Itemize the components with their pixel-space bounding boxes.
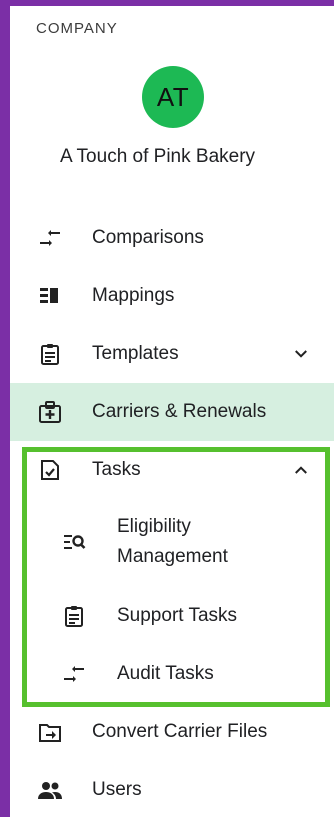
sidebar-item-comparisons[interactable]: Comparisons <box>10 209 334 267</box>
sidebar-subitem-eligibility-management[interactable]: Eligibility Management <box>10 513 334 571</box>
section-label: COMPANY <box>36 20 118 37</box>
sidebar-item-tasks[interactable]: Tasks <box>10 441 334 499</box>
sidebar-subitem-label: Audit Tasks <box>117 663 214 684</box>
sidebar-item-label: Tasks <box>92 459 141 480</box>
mappings-icon <box>38 284 62 308</box>
avatar-initials: AT <box>156 81 190 112</box>
company-name: A Touch of Pink Bakery <box>60 146 256 167</box>
sidebar-item-mappings[interactable]: Mappings <box>10 267 334 325</box>
users-icon <box>38 778 62 802</box>
sidebar-item-label: Convert Carrier Files <box>92 721 268 742</box>
list-search-icon <box>62 530 86 554</box>
medical-id-icon <box>38 400 62 424</box>
sidebar-subitem-label: Eligibility Management <box>117 516 228 567</box>
compare-arrows-icon <box>38 226 62 250</box>
sidebar-item-label: Mappings <box>92 285 175 306</box>
chevron-down-icon[interactable] <box>292 345 310 363</box>
sidebar-subitem-label: Support Tasks <box>117 605 238 626</box>
compare-arrows-icon <box>62 662 86 686</box>
sidebar-item-label: Carriers & Renewals <box>92 401 267 422</box>
sidebar-item-templates[interactable]: Templates <box>10 325 334 383</box>
clipboard-icon <box>62 604 86 628</box>
sidebar: COMPANY AT A Touch of Pink Bakery Compar… <box>10 6 334 817</box>
sidebar-item-carriers-renewals[interactable]: Carriers & Renewals <box>10 383 334 441</box>
sidebar-item-label: Templates <box>92 343 179 364</box>
sidebar-item-label: Comparisons <box>92 227 204 248</box>
sidebar-subitem-support-tasks[interactable]: Support Tasks <box>10 587 334 645</box>
window-frame-left <box>0 0 10 817</box>
company-avatar: AT <box>142 66 204 128</box>
chevron-up-icon[interactable] <box>292 461 310 479</box>
clipboard-icon <box>38 342 62 366</box>
folder-arrow-icon <box>38 720 62 744</box>
sidebar-item-label: Users <box>92 779 142 800</box>
sidebar-item-users[interactable]: Users <box>10 761 334 819</box>
sidebar-subitem-audit-tasks[interactable]: Audit Tasks <box>10 645 334 703</box>
sidebar-item-convert-carrier-files[interactable]: Convert Carrier Files <box>10 703 334 761</box>
task-check-icon <box>38 458 62 482</box>
